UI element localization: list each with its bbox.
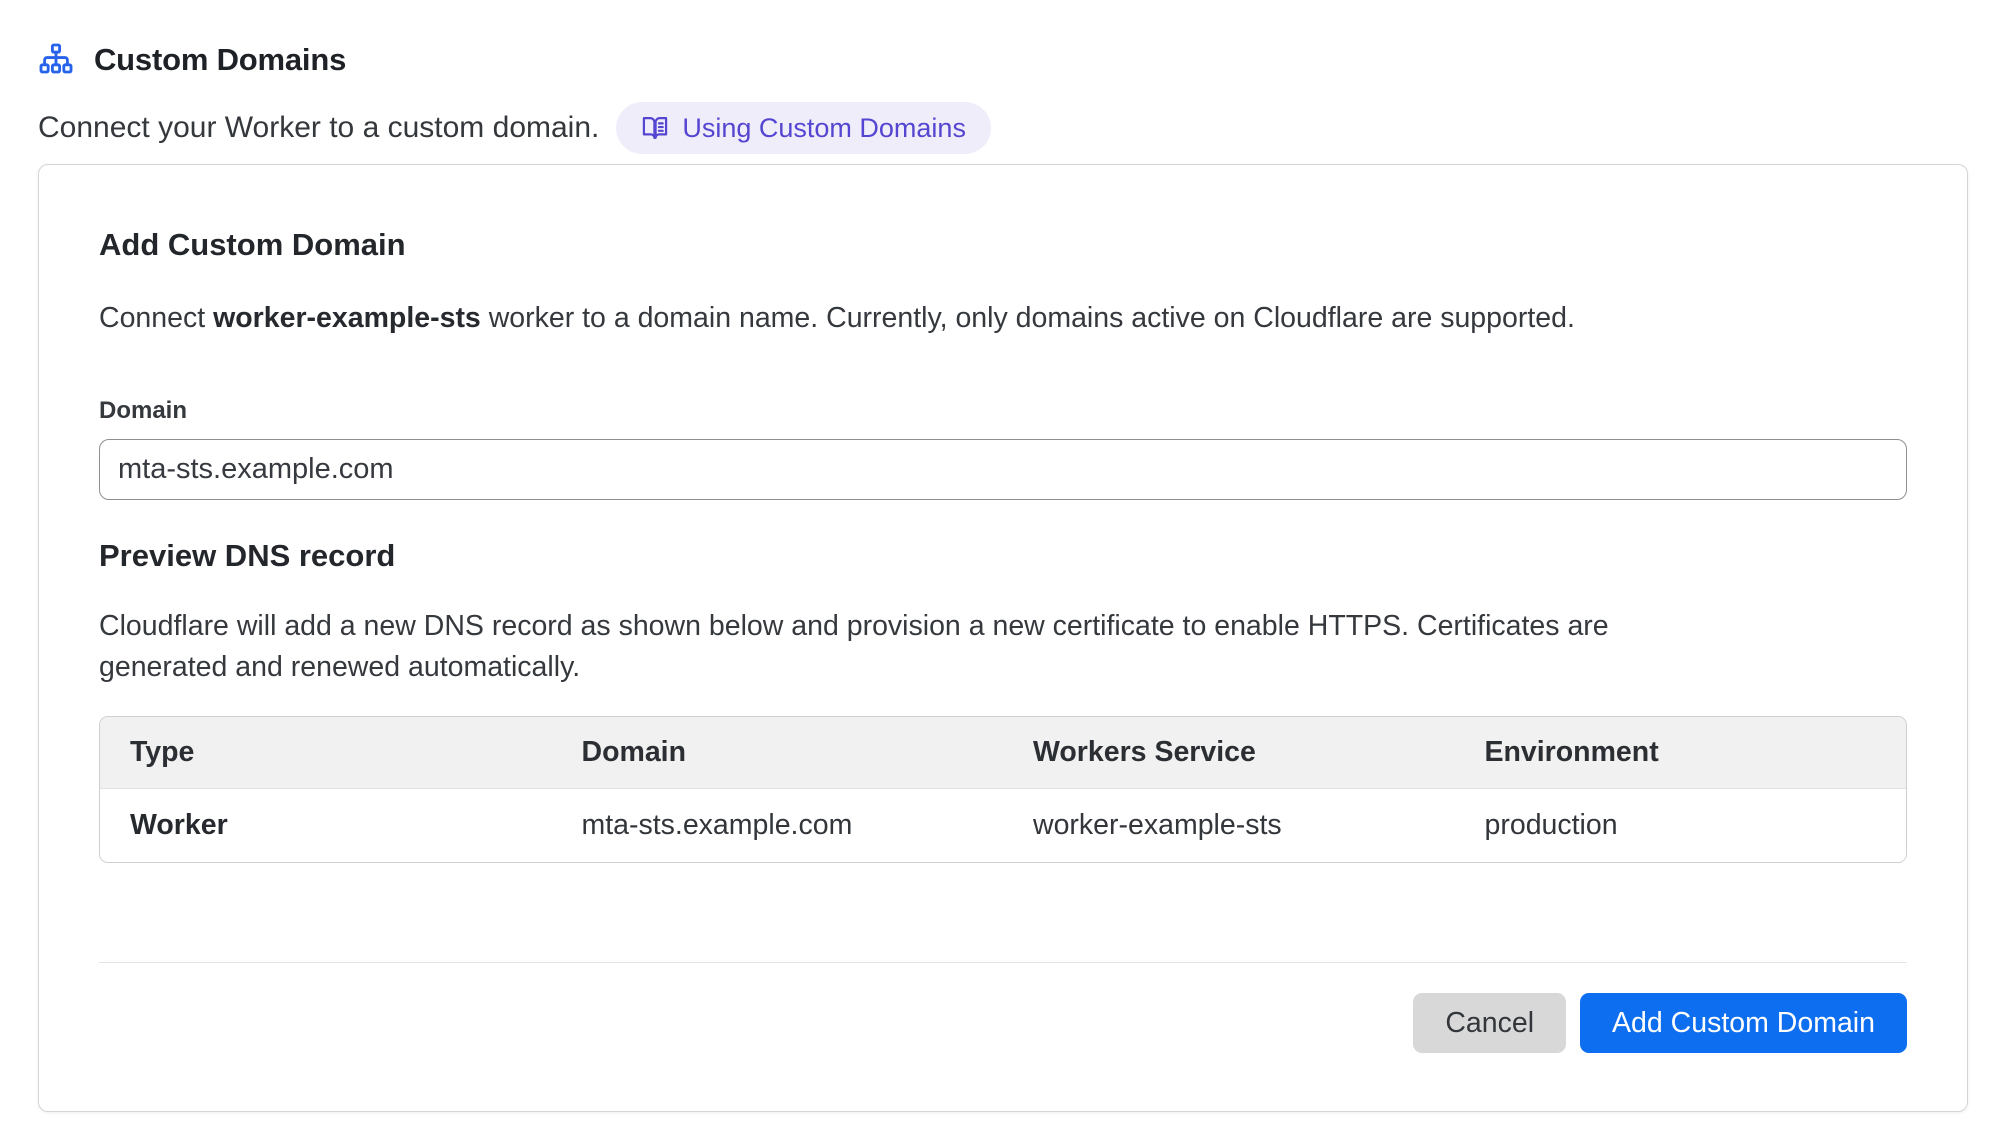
table-header-row: Type Domain Workers Service Environment [100, 717, 1906, 789]
domain-input[interactable] [99, 439, 1907, 500]
docs-link-badge[interactable]: Using Custom Domains [616, 102, 991, 154]
book-open-icon [641, 114, 669, 142]
column-header-type: Type [100, 717, 552, 789]
page-subtitle: Connect your Worker to a custom domain. [38, 111, 599, 145]
cancel-button[interactable]: Cancel [1413, 993, 1566, 1053]
title-row: Custom Domains [38, 42, 1961, 78]
column-header-environment: Environment [1455, 717, 1907, 789]
card-footer: Cancel Add Custom Domain [99, 993, 1907, 1053]
domain-field-label: Domain [99, 397, 1907, 425]
cell-environment: production [1455, 789, 1907, 863]
preview-dns-description: Cloudflare will add a new DNS record as … [99, 606, 1699, 688]
add-custom-domain-button[interactable]: Add Custom Domain [1580, 993, 1907, 1053]
footer-divider [99, 962, 1907, 963]
subtitle-row: Connect your Worker to a custom domain. … [38, 102, 1961, 154]
worker-name: worker-example-sts [213, 302, 481, 334]
dns-record-table: Type Domain Workers Service Environment … [99, 716, 1907, 863]
intro-suffix: worker to a domain name. Currently, only… [481, 302, 1575, 334]
add-custom-domain-card: Add Custom Domain Connect worker-example… [38, 164, 1968, 1112]
cell-type: Worker [100, 789, 552, 863]
table-row: Worker mta-sts.example.com worker-exampl… [100, 789, 1906, 863]
cell-workers-service: worker-example-sts [1003, 789, 1455, 863]
intro-prefix: Connect [99, 302, 213, 334]
column-header-domain: Domain [552, 717, 1004, 789]
page-header: Custom Domains Connect your Worker to a … [0, 0, 1999, 154]
preview-dns-heading: Preview DNS record [99, 538, 1907, 574]
custom-domains-page: Custom Domains Connect your Worker to a … [0, 0, 1999, 1148]
page-title: Custom Domains [94, 42, 346, 78]
add-domain-description: Connect worker-example-sts worker to a d… [99, 299, 1907, 337]
sitemap-icon [38, 42, 74, 78]
cell-domain: mta-sts.example.com [552, 789, 1004, 863]
add-domain-heading: Add Custom Domain [99, 227, 1907, 263]
docs-link-label: Using Custom Domains [682, 113, 966, 144]
column-header-workers-service: Workers Service [1003, 717, 1455, 789]
